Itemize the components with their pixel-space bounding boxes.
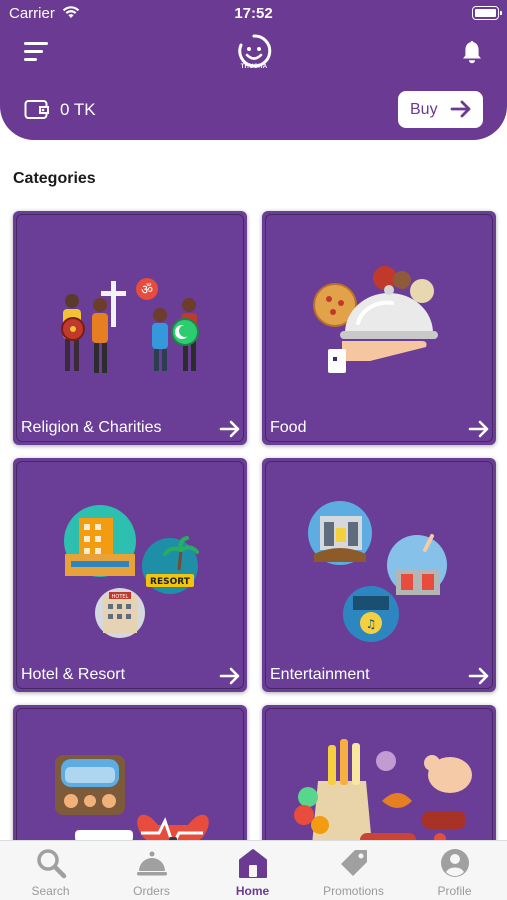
search-icon xyxy=(37,849,67,879)
status-time: 17:52 xyxy=(234,5,273,22)
app-header: Carrier 17:52 THUSHA 0 TK Buy xyxy=(0,0,507,140)
tab-orders[interactable]: Orders xyxy=(101,841,202,900)
category-card-food[interactable]: Food xyxy=(262,211,496,445)
app-screen: Carrier 17:52 THUSHA 0 TK Buy Categories… xyxy=(0,0,507,900)
cloche-food-icon xyxy=(313,266,438,373)
category-label: Entertainment xyxy=(270,666,370,683)
tab-label: Profile xyxy=(437,884,472,898)
category-card-entertainment[interactable]: ♫ Entertainment xyxy=(262,458,496,692)
buy-button-label: Buy xyxy=(410,100,438,118)
buy-button[interactable]: Buy xyxy=(398,91,483,128)
svg-text:♫: ♫ xyxy=(366,617,377,631)
tab-profile[interactable]: Profile xyxy=(404,841,505,900)
home-icon xyxy=(239,849,267,878)
menu-icon[interactable] xyxy=(24,40,52,64)
status-bar: Carrier 17:52 xyxy=(0,0,507,28)
category-label: Hotel & Resort xyxy=(21,666,126,683)
bell-icon[interactable] xyxy=(460,39,484,65)
tag-icon xyxy=(341,850,367,876)
wallet-balance: 0 TK xyxy=(60,100,96,119)
categories-heading: Categories xyxy=(13,170,96,187)
category-label: Religion & Charities xyxy=(21,419,162,436)
category-card-religion[interactable]: ॐ Religion & Charities xyxy=(13,211,247,445)
svg-text:HOTEL: HOTEL xyxy=(112,594,129,600)
bottom-tab-bar: Search Orders Home Promotions Profile xyxy=(0,840,507,900)
arrow-right-icon xyxy=(450,100,471,118)
logo-text: THUSHA xyxy=(240,64,268,70)
tab-home[interactable]: Home xyxy=(202,841,303,900)
cloche-icon xyxy=(137,851,167,876)
religion-people-icon: ॐ xyxy=(61,278,199,373)
profile-icon xyxy=(441,849,469,877)
svg-text:ॐ: ॐ xyxy=(141,283,153,298)
arrow-right-icon xyxy=(468,420,489,438)
svg-text:RESORT: RESORT xyxy=(150,577,191,587)
tab-label: Promotions xyxy=(323,884,384,898)
tab-label: Home xyxy=(235,884,270,898)
entertainment-icon: ♫ xyxy=(308,501,447,642)
category-card-hotel[interactable]: RESORT HOTEL Hotel & Resort xyxy=(13,458,247,692)
tab-promotions[interactable]: Promotions xyxy=(303,841,404,900)
hotel-resort-icon: RESORT HOTEL xyxy=(64,505,199,638)
tab-label: Orders xyxy=(133,884,170,898)
tab-search[interactable]: Search xyxy=(0,841,101,900)
arrow-right-icon xyxy=(219,420,240,438)
tab-label: Search xyxy=(31,884,70,898)
battery-icon xyxy=(472,6,502,20)
wallet-icon xyxy=(24,100,49,119)
category-label: Food xyxy=(270,419,307,436)
arrow-right-icon xyxy=(219,667,240,685)
arrow-right-icon xyxy=(468,667,489,685)
